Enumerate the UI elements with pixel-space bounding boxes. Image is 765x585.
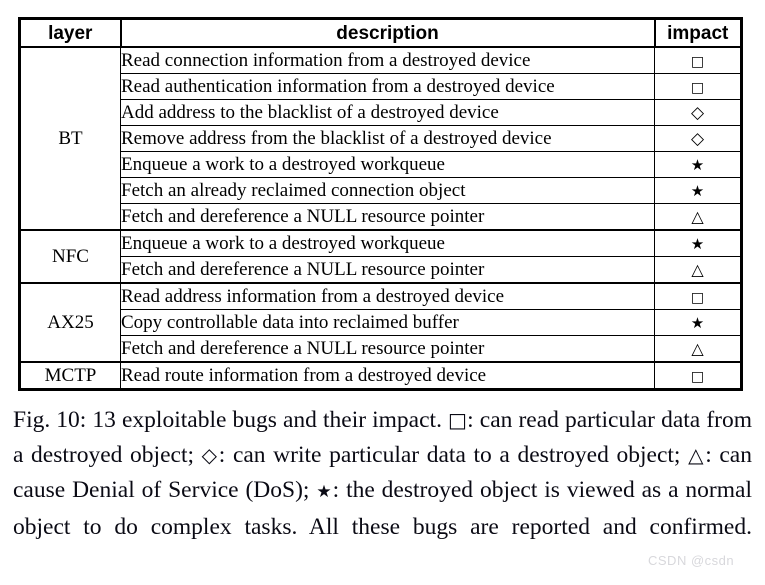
cell-impact: ★: [654, 151, 742, 178]
table-row: Add address to the blacklist of a destro…: [20, 99, 742, 126]
table-body: BT Read connection information from a des…: [19, 46, 742, 390]
cell-impact: □: [654, 282, 742, 310]
cell-impact: ★: [654, 309, 742, 336]
table-header: layer description impact: [19, 18, 742, 48]
column-header-layer: layer: [19, 18, 122, 48]
cell-impact: □: [654, 361, 742, 390]
cell-layer-ax25: AX25: [19, 282, 121, 363]
square-icon: □: [690, 289, 705, 306]
exploitable-bugs-table: layer description impact BT Read connecti…: [18, 17, 743, 391]
triangle-icon: △: [691, 206, 704, 226]
star-icon: ★: [690, 155, 705, 174]
cell-impact: △: [654, 256, 742, 284]
cell-description: Fetch and dereference a NULL resource po…: [120, 256, 655, 284]
table-row: Copy controllable data into reclaimed bu…: [20, 309, 742, 336]
cell-layer-mctp: MCTP: [19, 361, 121, 390]
table-row: MCTP Read route information from a destro…: [19, 361, 742, 390]
cell-impact: ★: [654, 177, 742, 204]
table-row: Fetch an already reclaimed connection ob…: [20, 177, 742, 204]
table-row: NFC Enqueue a work to a destroyed workque…: [19, 229, 742, 284]
cell-description: Remove address from the blacklist of a d…: [120, 125, 655, 152]
triangle-icon: △: [691, 259, 704, 279]
cell-description: Read route information from a destroyed …: [120, 361, 655, 390]
caption-text-run: Fig. 10: 13 exploitable bugs and their i…: [13, 407, 449, 433]
table-row: Fetch and dereference a NULL resource po…: [20, 256, 742, 284]
cell-description: Read address information from a destroye…: [120, 282, 655, 310]
table-row: Remove address from the blacklist of a d…: [20, 125, 742, 152]
caption-text-run: : can write particular data to a destroy…: [218, 442, 689, 468]
table-row: Fetch and dereference a NULL resource po…: [20, 203, 742, 231]
cell-description: Copy controllable data into reclaimed bu…: [120, 309, 655, 336]
cell-description: Read connection information from a destr…: [120, 46, 655, 74]
triangle-icon: △: [691, 338, 704, 358]
cell-impact: ◇: [654, 125, 742, 152]
star-icon: ★: [690, 181, 705, 200]
diamond-icon: ◇: [690, 128, 705, 149]
cell-impact: △: [654, 335, 742, 363]
watermark-text: CSDN @csdn: [648, 553, 735, 568]
cell-impact: ◇: [654, 99, 742, 126]
cell-impact: △: [654, 203, 742, 231]
cell-layer-bt: BT: [19, 46, 121, 231]
triangle-icon: △: [688, 443, 706, 467]
cell-impact: □: [654, 46, 742, 74]
square-icon: □: [448, 408, 468, 432]
table-row: BT Read connection information from a des…: [19, 46, 742, 231]
column-header-impact: impact: [654, 18, 742, 48]
cell-impact: ★: [654, 229, 742, 257]
cell-description: Fetch an already reclaimed connection ob…: [120, 177, 655, 204]
cell-description: Read authentication information from a d…: [120, 73, 655, 100]
cell-impact: □: [654, 73, 742, 100]
star-icon: ★: [316, 482, 333, 502]
star-icon: ★: [690, 313, 705, 332]
square-icon: □: [690, 53, 705, 70]
cell-description: Fetch and dereference a NULL resource po…: [120, 335, 655, 363]
table-row: Fetch and dereference a NULL resource po…: [20, 335, 742, 363]
figure-caption: Fig. 10: 13 exploitable bugs and their i…: [13, 403, 752, 545]
diamond-icon: ◇: [201, 443, 219, 467]
cell-description: Add address to the blacklist of a destro…: [120, 99, 655, 126]
square-icon: □: [690, 79, 705, 96]
table-row: Read authentication information from a d…: [20, 73, 742, 100]
cell-layer-nfc: NFC: [19, 229, 121, 284]
table-row: AX25 Read address information from a dest…: [19, 282, 742, 363]
cell-description: Enqueue a work to a destroyed workqueue: [120, 229, 655, 257]
column-header-description: description: [120, 18, 656, 48]
star-icon: ★: [690, 234, 705, 253]
table-header-row: layer description impact: [19, 18, 742, 48]
figure-container: layer description impact BT Read connecti…: [0, 0, 765, 585]
cell-description: Fetch and dereference a NULL resource po…: [120, 203, 655, 231]
diamond-icon: ◇: [690, 102, 705, 123]
square-icon: □: [690, 368, 705, 385]
bugs-table-container: layer description impact BT Read connecti…: [18, 17, 743, 391]
cell-description: Enqueue a work to a destroyed workqueue: [120, 151, 655, 178]
table-row: Enqueue a work to a destroyed workqueue ★: [20, 151, 742, 178]
